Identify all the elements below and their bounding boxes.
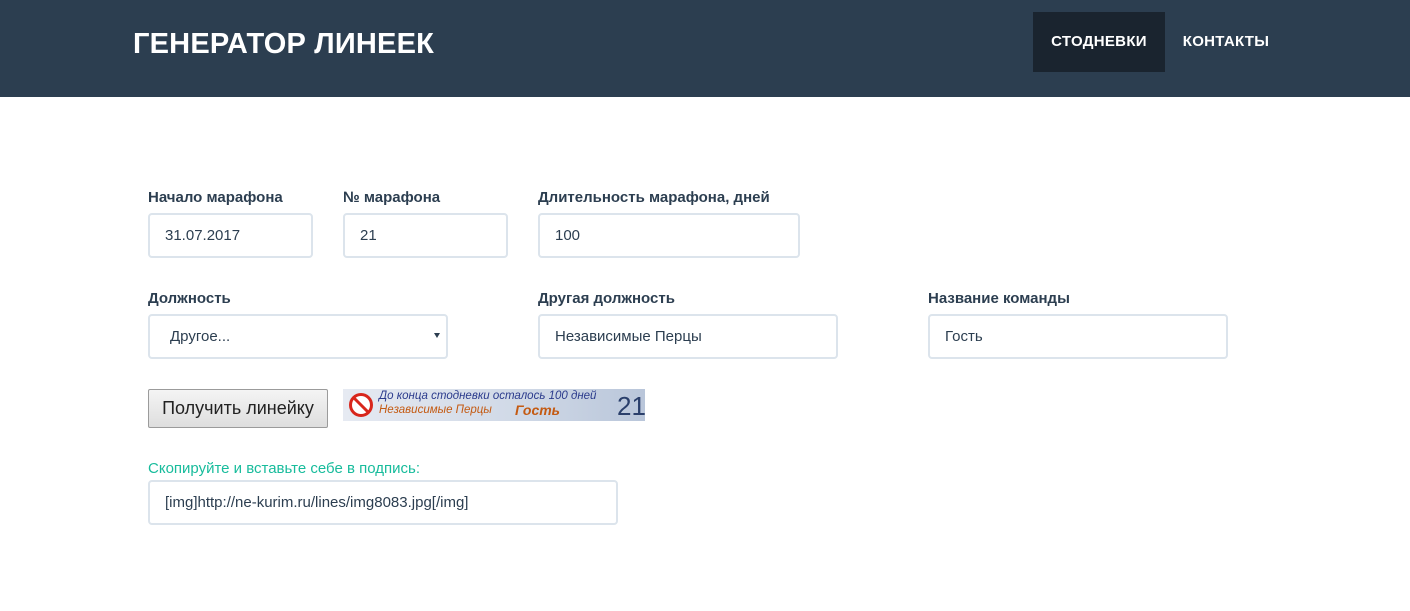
ruler-preview-image: До конца стодневки осталось 100 дней Нез…	[343, 389, 645, 421]
nav-item-stodnevki[interactable]: СТОДНЕВКИ	[1033, 12, 1165, 72]
team-name-label: Название команды	[928, 290, 1070, 307]
marathon-number-label: № марафона	[343, 189, 441, 206]
bbcode-output-field[interactable]: [img]http://ne-kurim.ru/lines/img8083.jp…	[148, 480, 618, 525]
banner-position-text: Независимые Перцы	[379, 404, 492, 416]
banner-number: 21	[617, 391, 645, 421]
team-name-input[interactable]: Гость	[928, 314, 1228, 359]
navbar: ГЕНЕРАТОР ЛИНЕЕК СТОДНЕВКИ КОНТАКТЫ	[0, 0, 1410, 97]
start-date-label: Начало марафона	[148, 189, 283, 206]
marathon-number-input[interactable]: 21	[343, 213, 508, 258]
position-select-value: Другое...	[170, 328, 231, 345]
banner-team-text: Гость	[515, 402, 560, 418]
brand-title[interactable]: ГЕНЕРАТОР ЛИНЕЕК	[133, 28, 434, 61]
chevron-down-icon	[434, 333, 440, 338]
position-select[interactable]: Другое...	[148, 314, 448, 359]
duration-label: Длительность марафона, дней	[538, 189, 770, 206]
banner-days-text: До конца стодневки осталось 100 дней	[379, 390, 597, 402]
start-date-input[interactable]: 31.07.2017	[148, 213, 313, 258]
duration-input[interactable]: 100	[538, 213, 800, 258]
position-label: Должность	[148, 290, 231, 307]
other-position-input[interactable]: Независимые Перцы	[538, 314, 838, 359]
no-sign-icon	[349, 393, 373, 417]
other-position-label: Другая должность	[538, 290, 675, 307]
get-ruler-button[interactable]: Получить линейку	[148, 389, 328, 428]
nav-item-contacts[interactable]: КОНТАКТЫ	[1165, 12, 1287, 72]
copy-hint: Скопируйте и вставьте себе в подпись:	[148, 460, 420, 477]
